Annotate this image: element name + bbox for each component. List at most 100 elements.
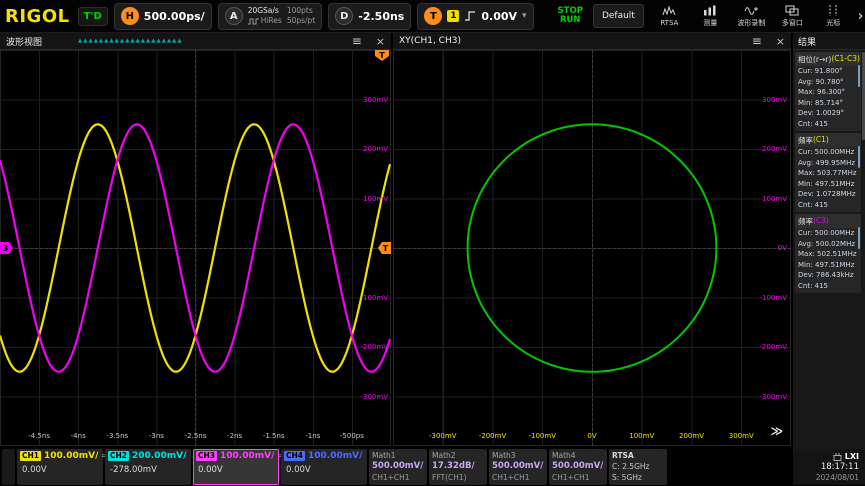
measurement-row: Min: 85.714° [795, 98, 861, 109]
chevron-right-icon[interactable]: › [855, 9, 865, 24]
top-toolbar: RIGOL T'D H 500.00ps/ A 20GSa/s HiRes 10… [0, 0, 865, 33]
card-scrollbar[interactable] [858, 146, 860, 168]
channel-offset: 0.00V [284, 465, 364, 475]
waveform-plot-area[interactable]: T T 3 300mV200mV100mV-100mV-200mV-300mV-… [0, 50, 391, 446]
results-sidebar: 结果 相位(r→r)(C1-C3) Cur: 91.800° Avg: 90.7… [793, 33, 865, 449]
channel-offset: -278.00mV [108, 465, 188, 475]
measurement-card-freq-c1[interactable]: 频率(C1) Cur: 500.00MHz Avg: 499.95MHz Max… [795, 133, 861, 212]
trigger-source-badge: 1 [447, 10, 459, 22]
measurement-row: Dev: 786.43kHz [795, 270, 861, 281]
measurement-card-phase[interactable]: 相位(r→r)(C1-C3) Cur: 91.800° Avg: 90.780°… [795, 52, 861, 131]
status-menu-button[interactable] [2, 449, 15, 485]
results-header: 结果 [793, 33, 865, 50]
measurement-row: Min: 497.51MHz [795, 260, 861, 271]
xy-y-label: -100mV [760, 294, 788, 302]
toolbar-button-record[interactable]: 波形录制 [732, 2, 771, 31]
measurement-row: Min: 497.51MHz [795, 179, 861, 190]
rigol-logo: RIGOL [5, 6, 72, 27]
channel-status-ch4[interactable]: CH4 100.00mV/ 0.00V [281, 449, 367, 485]
channel-badge: CH2 [108, 451, 129, 461]
measurement-row: Avg: 500.02MHz [795, 239, 861, 250]
timebase-value: 500.00ps/ [144, 10, 205, 23]
delay-control[interactable]: D -2.50ns [328, 3, 411, 30]
channel-status-ch3[interactable]: CH3 100.00mV/ = Ω 0.00V [193, 449, 279, 485]
xy-view-panel: XY(CH1, CH3) ≡ × ≫ 300mV200mV100mV0V-100… [393, 33, 791, 446]
wave-x-label: -1ns [305, 432, 320, 440]
toolbar-button-measure[interactable]: 测量 [691, 2, 730, 31]
wave-x-label: -2ns [227, 432, 242, 440]
xy-x-label: 300mV [729, 432, 754, 440]
math-status-math3[interactable]: Math3 500.00mV/ CH1+CH1 [489, 449, 547, 485]
clock-panel: LXI 18:17:11 2024/08/01 [793, 449, 865, 485]
measurement-card-freq-c3[interactable]: 频率(C3) Cur: 500.00MHz Avg: 500.02MHz Max… [795, 214, 861, 293]
measure-icon [703, 5, 717, 16]
measurement-row: Max: 96.300° [795, 87, 861, 98]
xy-y-label: 0V [778, 244, 787, 252]
channel-badge: CH1 [20, 451, 41, 461]
trigger-knob[interactable]: T [424, 7, 442, 25]
toolbar-button-multiwindow[interactable]: 多窗口 [773, 2, 812, 31]
toolbar-button-rtsa[interactable]: RTSA [650, 2, 689, 31]
sample-rate: 20GSa/s [248, 6, 282, 16]
card-header: 相位(r→r)(C1-C3) [795, 52, 861, 66]
channel-scale: 100.00mV/ [308, 451, 362, 461]
xy-x-label: -200mV [479, 432, 507, 440]
clock-date: 2024/08/01 [816, 473, 859, 483]
xy-x-label: 0V [587, 432, 596, 440]
card-scrollbar[interactable] [858, 227, 860, 249]
channel-status-ch1[interactable]: CH1 100.00mV/ = Ω 0.00V [17, 449, 103, 485]
acquire-knob[interactable]: A [225, 7, 243, 25]
acquisition-control[interactable]: A 20GSa/s HiRes 100pts 50ps/pt [218, 3, 323, 30]
channel-status-ch2[interactable]: CH2 200.00mV/ -278.00mV [105, 449, 191, 485]
close-icon[interactable]: × [776, 35, 785, 48]
measurement-row: Avg: 90.780° [795, 77, 861, 88]
measurement-row: Cnt: 415 [795, 200, 861, 211]
lxi-label: LXI [845, 452, 859, 462]
squarewave-icon [248, 17, 259, 25]
waveform-view-panel: 波形视图 ▲▲▲▲▲▲▲▲▲▲▲▲▲▲▲▲▲▲▲▲ ≡ × T T 3 300m… [0, 33, 391, 446]
expand-menu-icon[interactable]: ≫ [770, 424, 783, 438]
channel-status-bar: CH1 100.00mV/ = Ω 0.00V CH2 200.00mV/ -2… [0, 449, 793, 485]
default-button[interactable]: Default [593, 4, 644, 28]
wave-y-label: -300mV [361, 393, 389, 401]
measurement-row: Max: 503.77MHz [795, 168, 861, 179]
measurement-row: Avg: 499.95MHz [795, 158, 861, 169]
xy-y-label: 200mV [762, 145, 787, 153]
menu-icon[interactable]: ≡ [752, 34, 762, 48]
clock-time: 18:17:11 [821, 462, 859, 473]
wave-x-label: -1.5ns [263, 432, 285, 440]
xy-x-label: 100mV [629, 432, 654, 440]
run-stop-button[interactable]: STOP RUN [554, 7, 587, 26]
delay-value: -2.50ns [358, 10, 404, 23]
rtsa-status[interactable]: RTSA C: 2.5GHz S: 5GHz [609, 449, 667, 485]
math-status-math1[interactable]: Math1 500.00mV/ CH1+CH1 [369, 449, 427, 485]
trigger-slope-icon [464, 10, 476, 22]
card-scrollbar[interactable] [858, 65, 860, 87]
wave-x-label: -3.5ns [106, 432, 128, 440]
delay-knob[interactable]: D [335, 7, 353, 25]
card-header: 频率(C1) [795, 133, 861, 147]
horizontal-scale-control[interactable]: H 500.00ps/ [114, 3, 212, 30]
wave-y-label: 200mV [363, 145, 388, 153]
multi-window-icon [785, 5, 799, 16]
menu-icon[interactable]: ≡ [352, 34, 362, 48]
math-status-math4[interactable]: Math4 500.00mV/ CH1+CH1 [549, 449, 607, 485]
wave-y-label: -200mV [361, 343, 389, 351]
toolbar-button-cursor[interactable]: 光标 [814, 2, 853, 31]
chevron-down-icon[interactable]: ▾ [522, 11, 527, 21]
measurement-row: Dev: 1.0728MHz [795, 189, 861, 200]
channel-offset: 0.00V [196, 465, 276, 475]
rtsa-icon [662, 6, 676, 17]
xy-plot-area[interactable]: ≫ 300mV200mV100mV0V-100mV-200mV-300mV-30… [393, 50, 791, 446]
xy-y-label: 100mV [762, 195, 787, 203]
lan-icon [833, 453, 842, 461]
trigger-control[interactable]: T 1 0.00V ▾ [417, 3, 533, 30]
measurement-row: Cnt: 415 [795, 281, 861, 292]
horizontal-knob[interactable]: H [121, 7, 139, 25]
close-icon[interactable]: × [376, 35, 385, 48]
math-status-math2[interactable]: Math2 17.32dB/ FFT(CH1) [429, 449, 487, 485]
wave-x-label: -4ns [71, 432, 86, 440]
wave-x-label: -500ps [340, 432, 364, 440]
measurement-cards: 相位(r→r)(C1-C3) Cur: 91.800° Avg: 90.780°… [793, 50, 865, 295]
xy-x-label: -300mV [429, 432, 457, 440]
